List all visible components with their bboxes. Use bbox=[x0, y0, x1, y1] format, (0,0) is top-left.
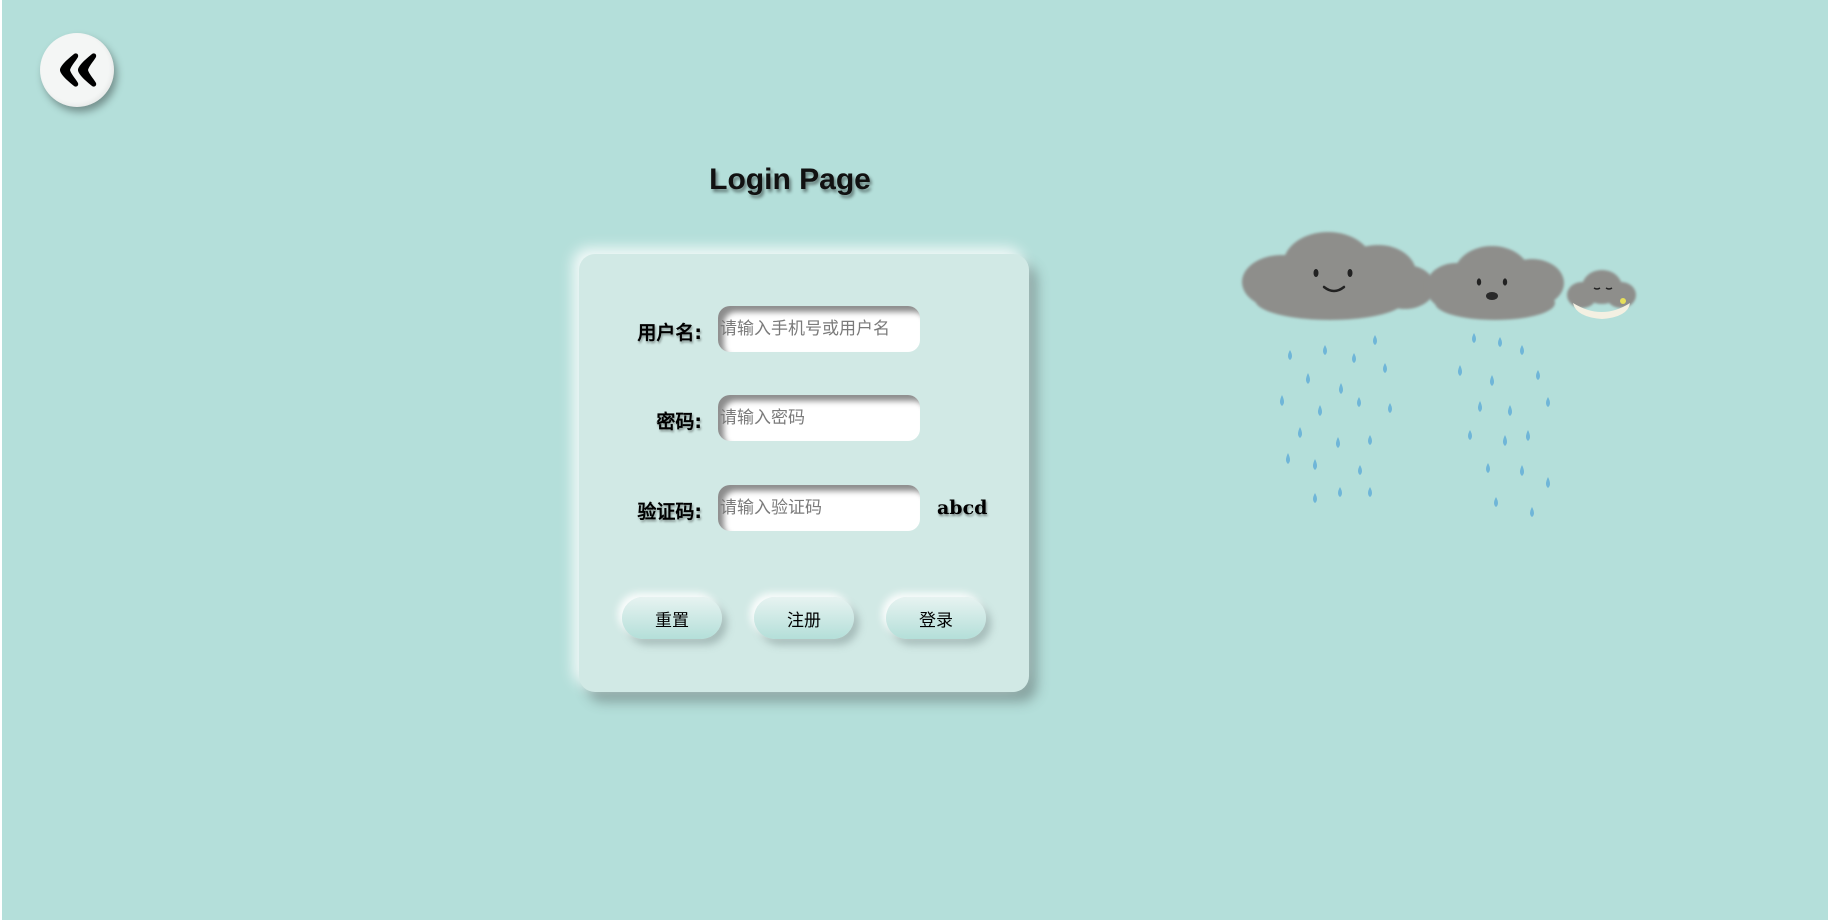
username-input[interactable] bbox=[718, 306, 920, 352]
captcha-input[interactable] bbox=[718, 485, 920, 531]
medium-cloud bbox=[1426, 246, 1564, 320]
captcha-row: 验证码: abcd bbox=[579, 485, 1029, 533]
password-label: 密码: bbox=[656, 411, 702, 433]
captcha-label: 验证码: bbox=[637, 501, 702, 523]
captcha-code[interactable]: abcd bbox=[937, 497, 987, 519]
password-row: 密码: bbox=[579, 395, 1029, 443]
left-edge-strip bbox=[0, 0, 2, 920]
big-cloud bbox=[1242, 232, 1435, 320]
page-title: Login Page bbox=[709, 163, 871, 196]
reset-button[interactable]: 重置 bbox=[622, 597, 722, 639]
small-cloud bbox=[1567, 270, 1636, 319]
login-page: Login Page 用户名: 密码: 验证码: abcd 重置 注册 登录 bbox=[0, 0, 1828, 920]
rain-clouds-illustration bbox=[1242, 232, 1636, 517]
back-button[interactable] bbox=[40, 33, 114, 107]
password-input[interactable] bbox=[718, 395, 920, 441]
login-button[interactable]: 登录 bbox=[886, 597, 986, 639]
raindrops bbox=[1280, 333, 1550, 517]
username-row: 用户名: bbox=[579, 306, 1029, 354]
login-card: 用户名: 密码: 验证码: abcd 重置 注册 登录 bbox=[579, 254, 1029, 692]
username-label: 用户名: bbox=[637, 322, 702, 344]
register-button[interactable]: 注册 bbox=[754, 597, 854, 639]
double-chevron-left-icon bbox=[60, 53, 97, 87]
